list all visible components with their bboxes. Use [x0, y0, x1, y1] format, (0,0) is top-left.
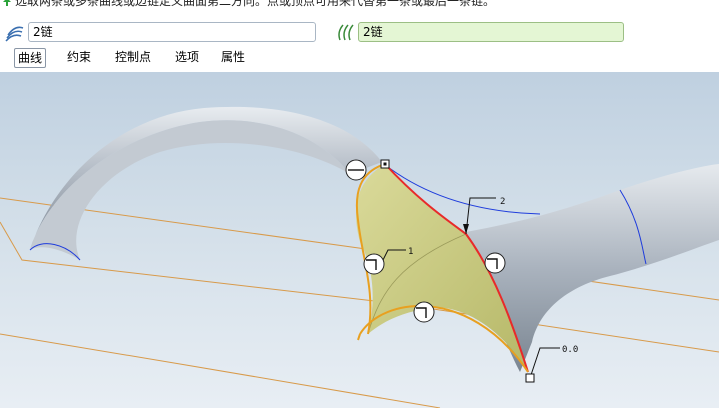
tab-options[interactable]: 选项	[172, 48, 202, 66]
first-direction-collector[interactable]: 2链	[4, 22, 320, 42]
prompt-arrow-icon	[3, 0, 11, 6]
tab-constraints[interactable]: 约束	[64, 48, 94, 66]
dimension-0-label: 0.0	[562, 345, 578, 355]
first-direction-field[interactable]: 2链	[28, 22, 316, 42]
first-direction-icon[interactable]	[4, 22, 26, 42]
second-direction-field[interactable]: 2链	[358, 22, 624, 42]
tangency-handle[interactable]	[363, 253, 385, 275]
dimension-1-label: 1	[408, 247, 413, 257]
dashboard-panel: 选取两条或多条曲线或边链定义曲面第二方向。点或顶点可用来代替第一条或最后一条链。…	[0, 0, 719, 72]
second-direction-icon[interactable]	[334, 22, 356, 42]
tab-control-points[interactable]: 控制点	[112, 48, 154, 66]
prompt-text: 选取两条或多条曲线或边链定义曲面第二方向。点或顶点可用来代替第一条或最后一条链。	[15, 0, 496, 8]
graphics-window[interactable]: 2 1 0.0	[0, 72, 719, 408]
message-prompt: 选取两条或多条曲线或边链定义曲面第二方向。点或顶点可用来代替第一条或最后一条链。	[0, 0, 495, 8]
vertex-marker[interactable]	[380, 159, 390, 169]
model-canvas[interactable]: 2 1 0.0	[0, 72, 719, 408]
arch-tube-surface[interactable]	[29, 106, 382, 261]
second-direction-collector[interactable]: 2链	[334, 22, 628, 42]
dimension-2-label: 2	[500, 197, 505, 207]
tab-properties[interactable]: 属性	[218, 48, 248, 66]
dimension-0[interactable]: 0.0	[529, 345, 578, 379]
tangency-handle[interactable]	[484, 252, 506, 274]
tab-curves[interactable]: 曲线	[14, 48, 47, 68]
tangency-handle[interactable]	[413, 301, 435, 323]
vertex-marker[interactable]	[525, 373, 535, 383]
tangency-handle[interactable]	[345, 159, 367, 181]
